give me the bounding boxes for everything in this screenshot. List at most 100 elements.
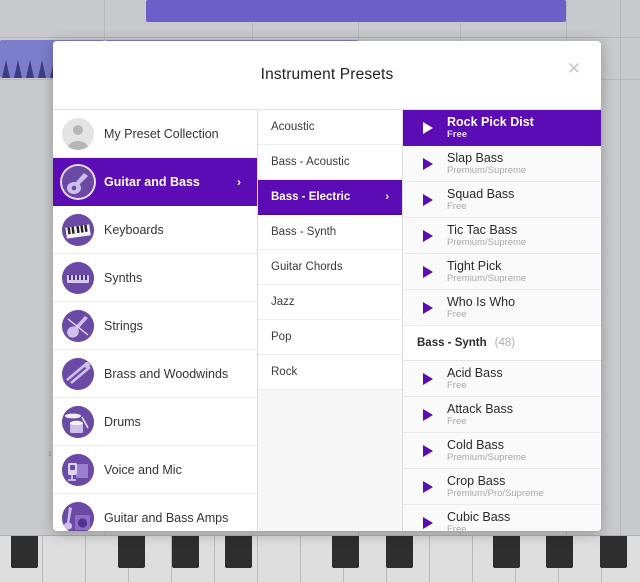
subcategory-item-guitar-chords[interactable]: Guitar Chords xyxy=(258,250,402,285)
piano-black-key[interactable] xyxy=(600,536,627,568)
preset-tier: Premium/Supreme xyxy=(447,272,527,284)
subcategory-item-bass-synth[interactable]: Bass - Synth xyxy=(258,215,402,250)
chevron-right-icon: › xyxy=(385,191,389,203)
preset-name: Squad Bass xyxy=(447,186,515,201)
preset-row[interactable]: Cubic Bass Free xyxy=(403,505,601,531)
sidebar-item-label: My Preset Collection xyxy=(104,126,219,141)
user-avatar-icon xyxy=(62,117,94,150)
preset-row[interactable]: Acid Bass Free xyxy=(403,361,601,397)
play-icon[interactable] xyxy=(418,301,438,314)
piano-black-key[interactable] xyxy=(225,536,252,568)
subcategory-empty-area xyxy=(258,390,402,531)
preset-name: Tic Tac Bass xyxy=(447,222,518,237)
play-icon[interactable] xyxy=(418,408,438,421)
subcategory-item-rock[interactable]: Rock xyxy=(258,355,402,390)
subcategory-label: Pop xyxy=(271,331,292,343)
preset-row[interactable]: Slap Bass Premium/Supreme xyxy=(403,146,601,182)
preset-name: Acid Bass xyxy=(447,365,503,380)
piano-black-key[interactable] xyxy=(172,536,199,568)
piano-black-key[interactable] xyxy=(386,536,413,568)
synth-icon xyxy=(62,261,94,294)
subcategory-item-bass-electric[interactable]: Bass - Electric › xyxy=(258,180,402,215)
preset-row[interactable]: Cold Bass Premium/Supreme xyxy=(403,433,601,469)
grid-line xyxy=(0,37,640,38)
preset-tier: Free xyxy=(447,308,467,320)
preset-row[interactable]: Tight Pick Premium/Supreme xyxy=(403,254,601,290)
sidebar-item-label: Drums xyxy=(104,414,141,429)
sidebar-item-my-preset-collection[interactable]: My Preset Collection xyxy=(53,110,257,158)
sidebar-item-drums[interactable]: Drums xyxy=(53,398,257,446)
preset-row[interactable]: Tic Tac Bass Premium/Supreme xyxy=(403,218,601,254)
preset-row[interactable]: Attack Bass Free xyxy=(403,397,601,433)
play-icon[interactable] xyxy=(418,372,438,385)
preset-list-column[interactable]: Rock Pick Dist Free Slap Bass Premium/Supre… xyxy=(403,110,601,531)
preset-name: Attack Bass xyxy=(447,401,513,416)
subcategory-column: Acoustic Bass - Acoustic Bass - Electric › B… xyxy=(258,110,403,531)
sidebar-item-brass-and-woodwinds[interactable]: Brass and Woodwinds xyxy=(53,350,257,398)
preset-row[interactable]: Who Is Who Free xyxy=(403,290,601,326)
subcategory-label: Guitar Chords xyxy=(271,261,343,273)
piano-black-key[interactable] xyxy=(11,536,38,568)
preset-tier: Free xyxy=(447,523,467,532)
preset-tier: Premium/Pro/Supreme xyxy=(447,487,544,499)
subcategory-label: Bass - Synth xyxy=(271,226,337,238)
dialog-title: Instrument Presets xyxy=(260,66,394,83)
piano-black-key[interactable] xyxy=(546,536,573,568)
preset-group-header: Bass - Synth (48) xyxy=(403,326,601,361)
dialog-titlebar: Instrument Presets ✕ xyxy=(53,41,601,109)
preset-tier: Premium/Supreme xyxy=(447,451,527,463)
preset-tier: Free xyxy=(447,200,467,212)
play-icon[interactable] xyxy=(418,157,438,170)
brass-icon xyxy=(62,357,94,390)
preset-group-name: Bass - Synth xyxy=(417,337,487,349)
preset-name: Crop Bass xyxy=(447,473,506,488)
subcategory-label: Rock xyxy=(271,366,298,378)
subcategory-label: Bass - Acoustic xyxy=(271,156,350,168)
preset-row[interactable]: Squad Bass Free xyxy=(403,182,601,218)
preset-row[interactable]: Crop Bass Premium/Pro/Supreme xyxy=(403,469,601,505)
preset-tier: Premium/Supreme xyxy=(447,164,527,176)
piano-black-key[interactable] xyxy=(493,536,520,568)
sidebar-item-strings[interactable]: Strings xyxy=(53,302,257,350)
audio-clip-track1[interactable] xyxy=(146,0,566,22)
sidebar-item-label: Guitar and Bass Amps xyxy=(104,510,229,525)
piano-white-key[interactable] xyxy=(43,536,86,582)
category-column: My Preset Collection Guitar and Bass › Keyb… xyxy=(53,110,258,531)
preset-row[interactable]: Rock Pick Dist Free xyxy=(403,110,601,146)
preset-name: Rock Pick Dist xyxy=(447,114,534,129)
instrument-presets-dialog: Instrument Presets ✕ My Preset Collectio… xyxy=(53,41,601,531)
play-icon[interactable] xyxy=(418,121,438,134)
subcategory-item-jazz[interactable]: Jazz xyxy=(258,285,402,320)
sidebar-item-guitar-and-bass[interactable]: Guitar and Bass › xyxy=(53,158,257,206)
play-icon[interactable] xyxy=(418,265,438,278)
play-icon[interactable] xyxy=(418,193,438,206)
sidebar-item-synths[interactable]: Synths xyxy=(53,254,257,302)
play-icon[interactable] xyxy=(418,444,438,457)
piano-black-key[interactable] xyxy=(332,536,359,568)
play-icon[interactable] xyxy=(418,229,438,242)
preset-name: Tight Pick xyxy=(447,258,502,273)
sidebar-item-keyboards[interactable]: Keyboards xyxy=(53,206,257,254)
chevron-right-icon: › xyxy=(237,174,241,189)
piano-white-key[interactable] xyxy=(430,536,473,582)
sidebar-item-guitar-and-bass-amps[interactable]: Guitar and Bass Amps xyxy=(53,494,257,531)
preset-name: Slap Bass xyxy=(447,150,504,165)
keyboard-icon xyxy=(62,213,94,246)
play-icon[interactable] xyxy=(418,480,438,493)
sidebar-item-label: Voice and Mic xyxy=(104,462,182,477)
preset-tier: Free xyxy=(447,415,467,427)
sidebar-item-voice-and-mic[interactable]: Voice and Mic xyxy=(53,446,257,494)
violin-icon xyxy=(62,309,94,342)
preset-tier: Premium/Supreme xyxy=(447,236,527,248)
piano-keyboard[interactable] xyxy=(0,535,640,582)
preset-tier: Free xyxy=(447,128,468,140)
subcategory-item-bass-acoustic[interactable]: Bass - Acoustic xyxy=(258,145,402,180)
subcategory-item-acoustic[interactable]: Acoustic xyxy=(258,110,402,145)
subcategory-label: Bass - Electric xyxy=(271,191,351,203)
subcategory-item-pop[interactable]: Pop xyxy=(258,320,402,355)
piano-white-key[interactable] xyxy=(258,536,301,582)
sidebar-item-label: Synths xyxy=(104,270,143,285)
play-icon[interactable] xyxy=(418,516,438,529)
piano-black-key[interactable] xyxy=(118,536,145,568)
close-icon[interactable]: ✕ xyxy=(563,57,585,79)
